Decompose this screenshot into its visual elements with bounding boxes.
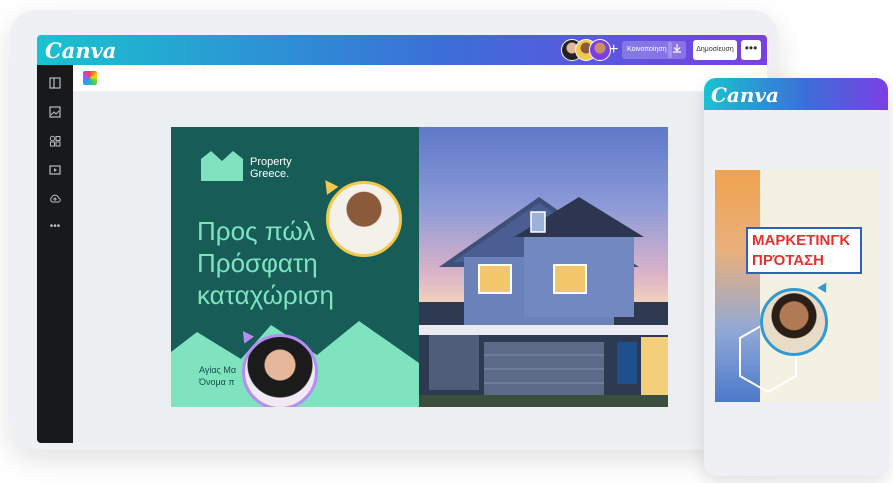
address-line: Όνομα π: [199, 377, 235, 387]
address-line: Αγίας Μα: [199, 365, 237, 375]
more-options-button[interactable]: •••: [741, 40, 761, 60]
car-count: 1: [385, 373, 391, 383]
collaborator-photo-man-curly: [760, 288, 828, 356]
collaborator-photo-woman: [242, 334, 318, 407]
car-icon: ⛟ 1: [372, 373, 391, 383]
bath-icon: ⛀ 2: [344, 373, 360, 383]
tablet-frame: Canva + Κοινοποίηση Δημοσίευση ••• ••• P…: [10, 10, 778, 450]
editor-screen: Canva + Κοινοποίηση Δημοσίευση ••• ••• P…: [37, 35, 767, 443]
share-button[interactable]: Κοινοποίηση: [622, 41, 672, 59]
marketing-title-line: ΠΡΌΤΑΣΗ: [752, 252, 824, 269]
design-info-panel: Property Greece. Προς πώλ Πρόσφατη καταχ…: [171, 127, 419, 407]
add-collaborator-button[interactable]: +: [609, 40, 618, 60]
title-box: ΜΑΡΚΕΤΙΝΓΚ ΠΡΌΤΑΣΗ: [746, 227, 862, 274]
bath-count: 2: [354, 373, 360, 383]
real-estate-design[interactable]: Property Greece. Προς πώλ Πρόσφατη καταχ…: [171, 127, 668, 407]
brand-name-line: Property: [250, 156, 292, 168]
house-photo: [419, 127, 668, 407]
canva-logo[interactable]: Canva: [711, 83, 779, 107]
canva-logo[interactable]: Canva: [45, 38, 116, 63]
phone-frame: Canva ΜΑΡΚΕΤΙΝΓΚ ΠΡΌΤΑΣΗ: [704, 78, 888, 476]
publish-button[interactable]: Δημοσίευση: [693, 40, 737, 60]
sidebar: •••: [37, 65, 73, 443]
address-text: Αγίας Μα Όνομα π: [199, 364, 236, 388]
video-icon[interactable]: [48, 164, 62, 178]
headline-line: καταχώριση: [197, 280, 334, 310]
photos-icon[interactable]: [48, 106, 62, 120]
marketing-title-line: ΜΑΡΚΕΤΙΝΓΚ: [752, 232, 851, 249]
editor-toolbar: [73, 65, 767, 91]
color-picker-icon[interactable]: [83, 71, 97, 85]
elements-icon[interactable]: [48, 135, 62, 149]
download-icon: [672, 44, 682, 56]
bed-count: 4: [327, 373, 333, 383]
collaborator-avatar[interactable]: [589, 39, 611, 61]
phone-top-bar: Canva: [704, 78, 888, 110]
templates-icon[interactable]: [48, 77, 62, 91]
feature-icons: ▭ 4 ⛀ 2 ⛟ 1: [316, 373, 401, 385]
bed-icon: ▭ 4: [316, 373, 333, 383]
brand-name-line: Greece.: [250, 168, 290, 180]
uploads-icon[interactable]: [48, 193, 62, 207]
top-bar: Canva + Κοινοποίηση Δημοσίευση •••: [37, 35, 767, 65]
house-illustration: [419, 197, 668, 407]
collaborator-photo-man: [326, 181, 402, 257]
collaborator-cursor-icon: [817, 280, 831, 293]
download-button[interactable]: [668, 41, 686, 59]
marketing-title: ΜΑΡΚΕΤΙΝΓΚ ΠΡΌΤΑΣΗ: [752, 231, 850, 271]
more-icon[interactable]: •••: [48, 220, 62, 234]
marketing-proposal-design[interactable]: ΜΑΡΚΕΤΙΝΓΚ ΠΡΌΤΑΣΗ: [715, 170, 880, 402]
brand-name: Property Greece.: [250, 156, 330, 180]
brand-logo-icon: [201, 151, 243, 181]
